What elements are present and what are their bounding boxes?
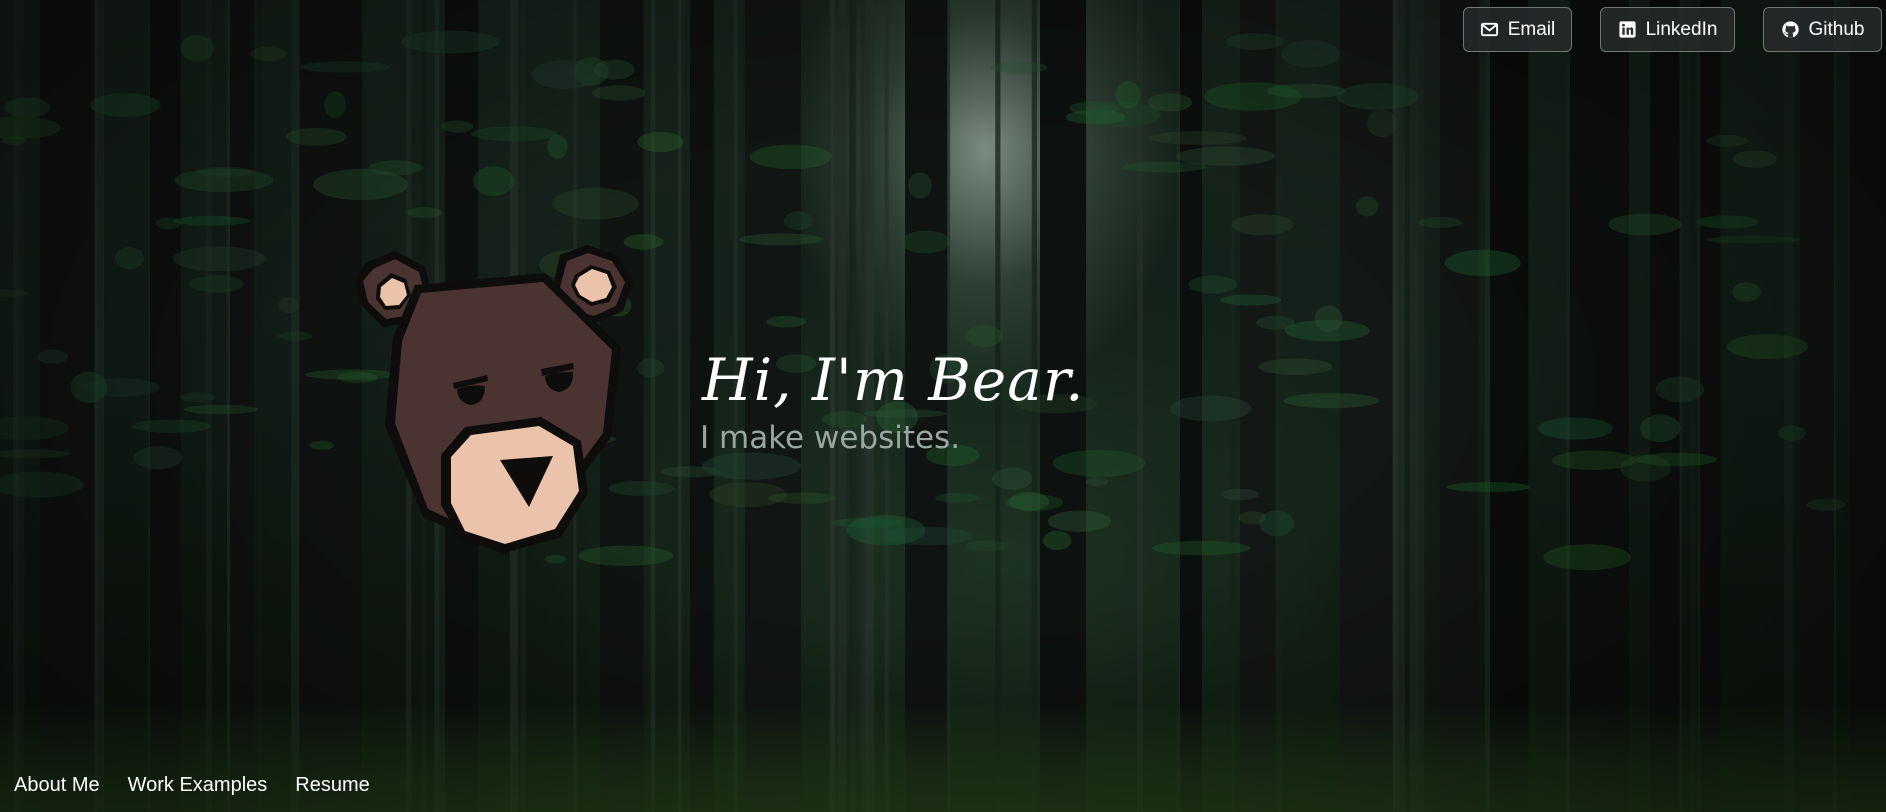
email-button[interactable]: Email (1463, 7, 1572, 52)
bear-face-logo (355, 245, 633, 555)
linkedin-label: LinkedIn (1645, 18, 1718, 40)
email-label: Email (1507, 18, 1556, 40)
nav-work-examples[interactable]: Work Examples (128, 774, 268, 797)
github-label: Github (1808, 18, 1865, 40)
hero-section: Email LinkedIn Github Hi, I'm Bear. I ma… (0, 0, 1886, 812)
github-button[interactable]: Github (1763, 7, 1882, 52)
linkedin-button[interactable]: LinkedIn (1600, 7, 1735, 52)
nav-about-me[interactable]: About Me (14, 774, 100, 797)
hero-tagline: I make websites. (700, 420, 961, 456)
nav-resume[interactable]: Resume (295, 774, 369, 797)
bottom-nav: About Me Work Examples Resume (14, 774, 370, 797)
github-icon (1781, 20, 1800, 39)
envelope-icon (1480, 20, 1499, 39)
linkedin-icon (1618, 20, 1637, 39)
hero-headline: Hi, I'm Bear. (702, 346, 1085, 414)
